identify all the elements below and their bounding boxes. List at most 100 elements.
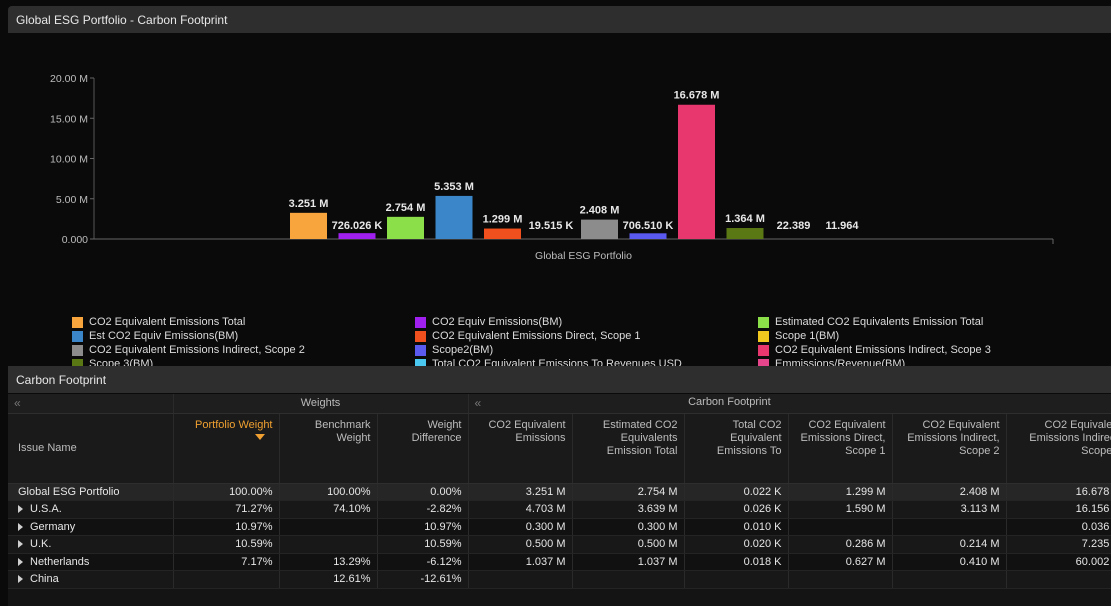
legend-item[interactable]: Est CO2 Equiv Emissions(BM) <box>72 329 415 343</box>
table-cell: 0.00% <box>377 483 469 501</box>
table-cell: 16.156 M <box>1006 500 1111 519</box>
table-cell: 0.036 M <box>1006 518 1111 536</box>
issue-name-cell[interactable]: Germany <box>8 518 174 536</box>
carbon-footprint-table: « Weights « Carbon Footprint Issue Name … <box>8 394 1111 589</box>
group-header-carbon: « Carbon Footprint <box>468 394 1111 414</box>
legend-row: Est CO2 Equiv Emissions(BM) CO2 Equivalen… <box>72 329 1111 343</box>
column-header-scope-1[interactable]: CO2 Equivalent Emissions Direct, Scope 1 <box>788 413 893 484</box>
table-cell: 0.214 M <box>892 535 1007 554</box>
bar-value-label: 5.353 M <box>434 181 474 193</box>
expand-caret-icon[interactable] <box>18 557 23 566</box>
collapse-left-icon[interactable]: « <box>14 396 21 410</box>
column-header-issue-name[interactable]: Issue Name <box>8 413 174 484</box>
table-cell: 100.00% <box>173 483 280 501</box>
table-cell: 0.300 M <box>572 518 685 536</box>
legend-row: CO2 Equivalent Emissions Total CO2 Equiv … <box>72 315 1111 329</box>
column-header-total-co2-to[interactable]: Total CO2 Equivalent Emissions To <box>684 413 789 484</box>
expand-caret-icon[interactable] <box>18 575 23 584</box>
bar <box>726 228 764 239</box>
expand-caret-icon[interactable] <box>18 505 23 514</box>
bar-value-label: 1.364 M <box>725 213 765 225</box>
column-header-benchmark-weight[interactable]: Benchmark Weight <box>279 413 378 484</box>
column-header-scope-3[interactable]: CO2 Equivalent Emissions Indirect, Scope… <box>1006 413 1111 484</box>
table-cell <box>1006 570 1111 589</box>
column-header-co2-equivalent-emissions[interactable]: CO2 Equivalent Emissions <box>468 413 573 484</box>
table-cell: 16.678 M <box>1006 483 1111 501</box>
legend-label: Est CO2 Equiv Emissions(BM) <box>89 330 239 342</box>
bar-value-label: 726.026 K <box>332 220 383 232</box>
table-row[interactable]: China 12.61% -12.61% <box>8 570 1111 589</box>
table-cell <box>892 570 1007 589</box>
legend-label: Scope2(BM) <box>432 344 494 356</box>
bar <box>338 233 376 239</box>
expand-caret-icon[interactable] <box>18 540 23 549</box>
legend-swatch <box>758 330 769 342</box>
table-cell: 71.27% <box>173 500 280 519</box>
issue-name: Netherlands <box>30 555 90 568</box>
legend-item[interactable]: CO2 Equivalent Emissions Indirect, Scope… <box>758 343 1088 357</box>
group-header-carbon-label: Carbon Footprint <box>688 396 771 409</box>
issue-name-cell[interactable]: U.S.A. <box>8 500 174 519</box>
bar <box>387 216 424 239</box>
bar <box>581 219 618 239</box>
legend-item[interactable]: Estimated CO2 Equivalents Emission Total <box>758 315 1088 329</box>
table-cell <box>279 518 378 536</box>
chart-area: 0.000 5.00 M 10.00 M 15.00 M 20.00 M 3.251 M7… <box>8 33 1111 370</box>
table-cell: 0.022 K <box>684 483 789 501</box>
issue-name-cell[interactable]: Netherlands <box>8 553 174 571</box>
table-cell: 12.61% <box>279 570 378 589</box>
table-cell: 0.020 K <box>684 535 789 554</box>
table-row[interactable]: Global ESG Portfolio 100.00% 100.00% 0.00% 3… <box>8 483 1111 501</box>
legend-label: CO2 Equivalent Emissions Total <box>89 316 246 328</box>
table-cell: 3.251 M <box>468 483 573 501</box>
issue-name: Global ESG Portfolio <box>18 485 120 498</box>
table-cell: -2.82% <box>377 500 469 519</box>
y-tick-label: 20.00 M <box>50 73 88 85</box>
group-header-weights-label: Weights <box>300 397 341 410</box>
table-cell <box>788 570 893 589</box>
table-cell: 100.00% <box>279 483 378 501</box>
legend-label: CO2 Equivalent Emissions Direct, Scope 1 <box>432 330 641 342</box>
legend-swatch <box>72 316 83 328</box>
column-header-portfolio-weight[interactable]: Portfolio Weight <box>173 413 280 484</box>
issue-name-cell[interactable]: Global ESG Portfolio <box>8 483 174 501</box>
table-cell: 7.17% <box>173 553 280 571</box>
legend-item[interactable]: CO2 Equivalent Emissions Total <box>72 315 415 329</box>
bar-value-label: 3.251 M <box>289 198 329 210</box>
legend-item[interactable]: Scope2(BM) <box>415 343 758 357</box>
legend-swatch <box>415 316 426 328</box>
legend-item[interactable]: Scope 1(BM) <box>758 329 1088 343</box>
table-panel-title-text: Carbon Footprint <box>16 372 107 387</box>
column-header-scope-2[interactable]: CO2 Equivalent Emissions Indirect, Scope… <box>892 413 1007 484</box>
legend-item[interactable]: CO2 Equiv Emissions(BM) <box>415 315 758 329</box>
table-row[interactable]: Germany 10.97% 10.97% 0.300 M 0.300 M 0.010 K… <box>8 518 1111 536</box>
table-row[interactable]: U.S.A. 71.27% 74.10% -2.82% 4.703 M 3.639 M 0.… <box>8 500 1111 519</box>
chart-legend: CO2 Equivalent Emissions Total CO2 Equiv … <box>72 315 1111 371</box>
column-header-estimated-co2[interactable]: Estimated CO2 Equivalents Emission Total <box>572 413 685 484</box>
legend-swatch <box>415 344 426 356</box>
y-tick-label: 5.00 M <box>56 194 88 206</box>
table-row[interactable]: U.K. 10.59% 10.59% 0.500 M 0.500 M 0.020 K 0.2… <box>8 535 1111 554</box>
table-cell <box>892 518 1007 536</box>
issue-name-cell[interactable]: China <box>8 570 174 589</box>
legend-item[interactable]: CO2 Equivalent Emissions Direct, Scope 1 <box>415 329 758 343</box>
bar-value-label: 2.408 M <box>580 205 620 217</box>
issue-name-cell[interactable]: U.K. <box>8 535 174 554</box>
table-row[interactable]: Netherlands 7.17% 13.29% -6.12% 1.037 M 1.037… <box>8 553 1111 571</box>
table-cell: 0.286 M <box>788 535 893 554</box>
table-panel-title: Carbon Footprint <box>8 366 1111 393</box>
y-tick-label: 0.000 <box>62 234 88 246</box>
table-cell <box>572 570 685 589</box>
group-header-weights: Weights <box>173 394 469 414</box>
table-cell: 74.10% <box>279 500 378 519</box>
table-cell: -12.61% <box>377 570 469 589</box>
expand-caret-icon[interactable] <box>18 522 23 531</box>
legend-item[interactable]: CO2 Equivalent Emissions Indirect, Scope… <box>72 343 415 357</box>
column-header-weight-difference[interactable]: Weight Difference <box>377 413 469 484</box>
carbon-footprint-table-container: « Weights « Carbon Footprint Issue Name … <box>8 394 1111 606</box>
table-cell <box>279 535 378 554</box>
bar <box>435 195 473 239</box>
table-cell <box>788 518 893 536</box>
collapse-left-icon[interactable]: « <box>475 396 482 410</box>
group-header-issue: « <box>8 394 174 414</box>
